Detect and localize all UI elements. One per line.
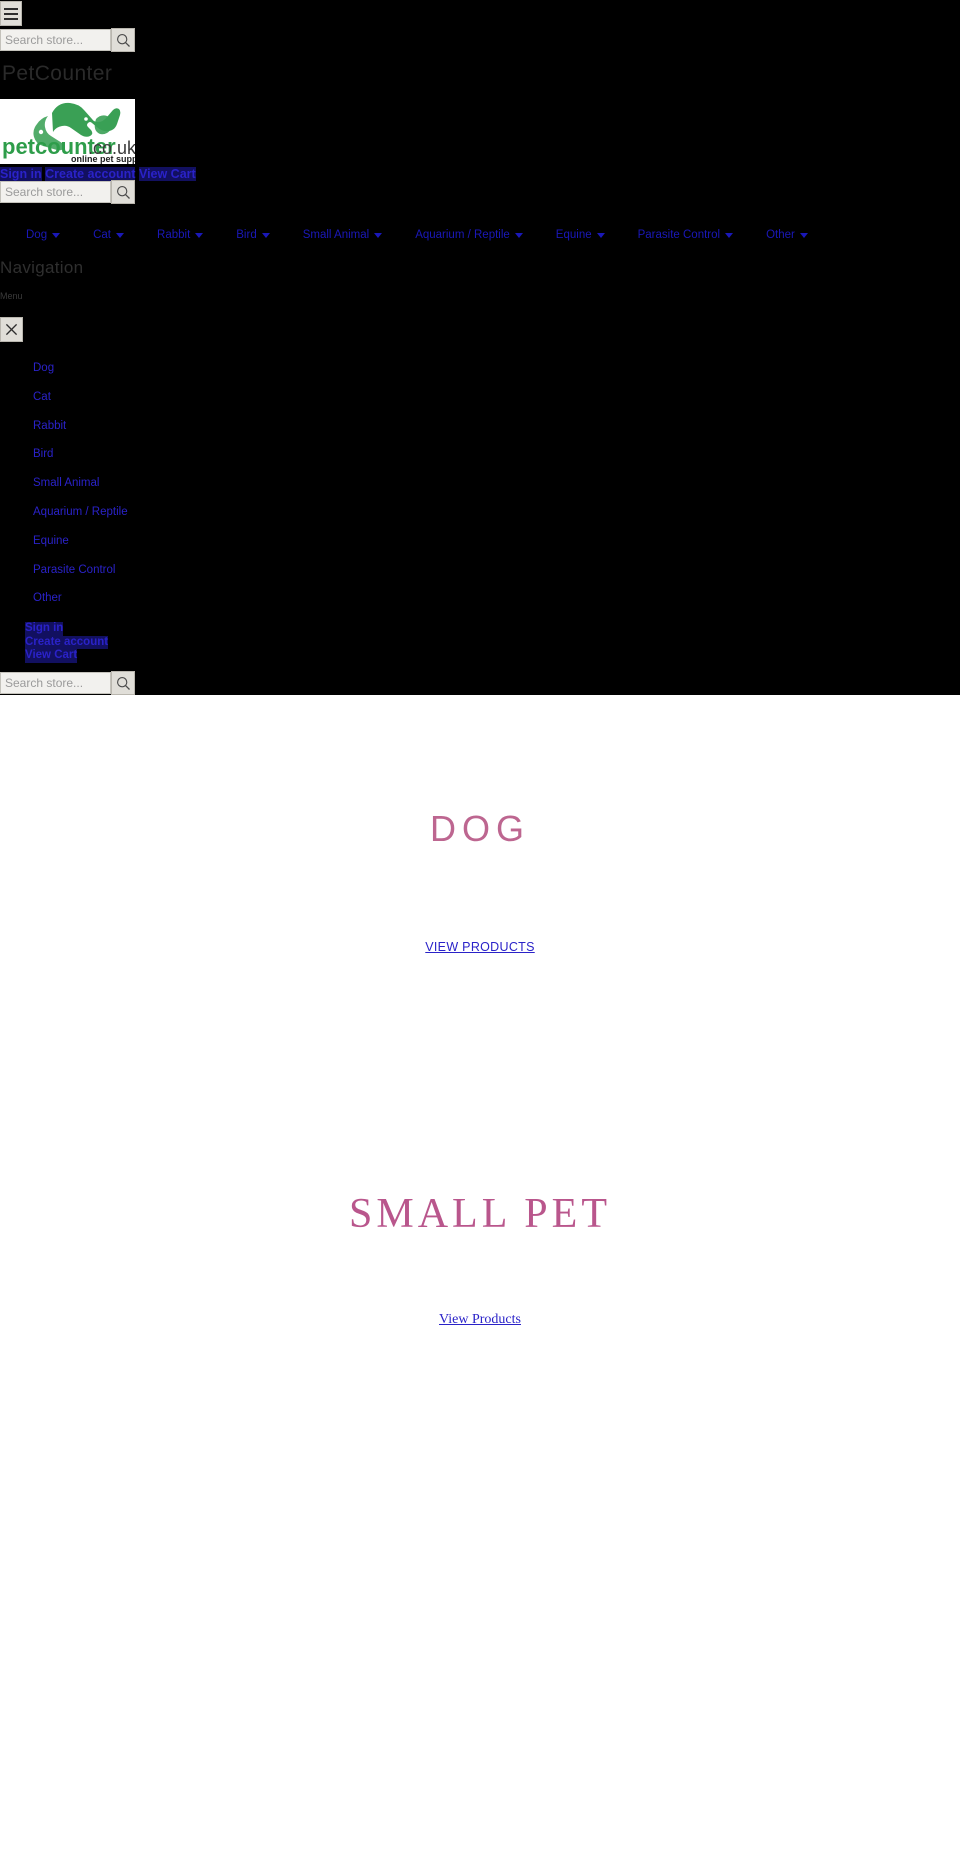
nav-item-label: Aquarium / Reptile xyxy=(415,229,510,241)
nav-item-aquarium-reptile[interactable]: Aquarium / Reptile xyxy=(415,228,523,242)
create-account-link[interactable]: Create account xyxy=(45,167,136,181)
search-bar-drawer xyxy=(0,671,135,695)
account-links-header: Sign in Create account View Cart xyxy=(0,167,196,181)
list-item: Bird xyxy=(33,444,333,473)
sign-in-link[interactable]: Sign in xyxy=(0,167,42,181)
drawer-navigation-list: Dog Cat Rabbit Bird Small Animal Aquariu… xyxy=(33,358,333,617)
site-header-shell: PetCounter petcounter .co.uk online pet … xyxy=(0,0,960,695)
promo-title: DOG xyxy=(429,808,530,849)
search-bar-header xyxy=(0,180,135,204)
nav-item-cat[interactable]: Cat xyxy=(93,228,125,242)
chevron-down-icon xyxy=(116,232,125,238)
promo-link-wrapper: View Products xyxy=(0,1310,960,1328)
hamburger-icon-bar xyxy=(4,7,18,10)
hamburger-icon-bar xyxy=(4,12,18,15)
chevron-down-icon xyxy=(799,232,808,238)
search-bar-top xyxy=(0,28,135,52)
svg-text:online pet supplies: online pet supplies xyxy=(71,154,135,164)
hamburger-menu-button[interactable] xyxy=(0,1,22,26)
drawer-create-account-link[interactable]: Create account xyxy=(25,635,109,649)
drawer-heading: Navigation xyxy=(0,258,84,277)
drawer-item-bird[interactable]: Bird xyxy=(33,447,53,461)
drawer-item-aquarium-reptile[interactable]: Aquarium / Reptile xyxy=(33,505,128,519)
nav-item-rabbit[interactable]: Rabbit xyxy=(157,228,204,242)
nav-item-parasite-control[interactable]: Parasite Control xyxy=(637,228,734,242)
chevron-down-icon xyxy=(514,232,523,238)
nav-item-label: Equine xyxy=(555,229,592,241)
nav-item-label: Bird xyxy=(236,229,257,241)
nav-item-label: Rabbit xyxy=(157,229,191,241)
list-item: Other xyxy=(33,588,333,617)
drawer-item-other[interactable]: Other xyxy=(33,591,62,605)
nav-item-dog[interactable]: Dog xyxy=(26,228,61,242)
search-icon xyxy=(116,185,130,199)
drawer-subheading: Menu xyxy=(0,291,23,301)
drawer-close-button[interactable] xyxy=(0,317,23,342)
search-input[interactable] xyxy=(0,181,111,203)
site-wordmark-faded: PetCounter xyxy=(2,62,113,85)
drawer-item-equine[interactable]: Equine xyxy=(33,534,69,548)
list-item: Parasite Control xyxy=(33,560,333,589)
promo-title: SMALL PET xyxy=(349,1191,611,1237)
chevron-down-icon xyxy=(596,232,605,238)
list-item: Aquarium / Reptile xyxy=(33,502,333,531)
nav-item-label: Small Animal xyxy=(302,229,370,241)
view-products-link[interactable]: View Products xyxy=(439,1312,521,1327)
search-icon xyxy=(116,676,130,690)
petcounter-logo-icon: petcounter .co.uk online pet supplies xyxy=(0,99,135,164)
list-item: Cat xyxy=(33,387,333,416)
nav-item-label: Other xyxy=(766,229,795,241)
search-submit-button[interactable] xyxy=(111,180,135,204)
chevron-down-icon xyxy=(374,232,383,238)
nav-item-equine[interactable]: Equine xyxy=(556,228,605,242)
primary-navigation: Dog Cat Rabbit Bird Small Animal Aquariu… xyxy=(26,224,841,246)
drawer-account-links: Sign in Create account View Cart xyxy=(25,622,109,663)
drawer-view-cart-link[interactable]: View Cart xyxy=(25,649,78,663)
chevron-down-icon xyxy=(52,232,61,238)
chevron-down-icon xyxy=(261,232,270,238)
drawer-sign-in-link[interactable]: Sign in xyxy=(25,622,64,636)
drawer-item-cat[interactable]: Cat xyxy=(33,390,51,404)
list-item: Rabbit xyxy=(33,416,333,445)
drawer-item-rabbit[interactable]: Rabbit xyxy=(33,419,66,433)
list-item: Small Animal xyxy=(33,473,333,502)
list-item: Equine xyxy=(33,531,333,560)
drawer-item-small-animal[interactable]: Small Animal xyxy=(33,476,99,490)
chevron-down-icon xyxy=(195,232,204,238)
list-item: Dog xyxy=(33,358,333,387)
site-logo[interactable]: petcounter .co.uk online pet supplies xyxy=(0,99,135,164)
search-icon xyxy=(116,33,130,47)
search-input[interactable] xyxy=(0,672,111,694)
nav-item-label: Parasite Control xyxy=(637,229,721,241)
search-input[interactable] xyxy=(0,29,111,51)
nav-item-other[interactable]: Other xyxy=(766,228,808,242)
view-cart-link[interactable]: View Cart xyxy=(138,167,196,181)
drawer-item-parasite-control[interactable]: Parasite Control xyxy=(33,563,115,577)
search-submit-button[interactable] xyxy=(111,671,135,695)
hamburger-icon-bar xyxy=(4,17,18,20)
close-icon xyxy=(5,323,18,336)
drawer-item-dog[interactable]: Dog xyxy=(33,361,54,375)
nav-item-label: Dog xyxy=(26,229,48,241)
nav-item-label: Cat xyxy=(93,229,112,241)
nav-item-bird[interactable]: Bird xyxy=(236,228,270,242)
promo-link-wrapper: VIEW PRODUCTS xyxy=(0,938,960,956)
chevron-down-icon xyxy=(725,232,734,238)
promo-section: DOG VIEW PRODUCTS SMALL PET View Product… xyxy=(0,695,960,1875)
view-products-link[interactable]: VIEW PRODUCTS xyxy=(425,940,534,954)
search-submit-button[interactable] xyxy=(111,28,135,52)
nav-item-small-animal[interactable]: Small Animal xyxy=(302,228,383,242)
